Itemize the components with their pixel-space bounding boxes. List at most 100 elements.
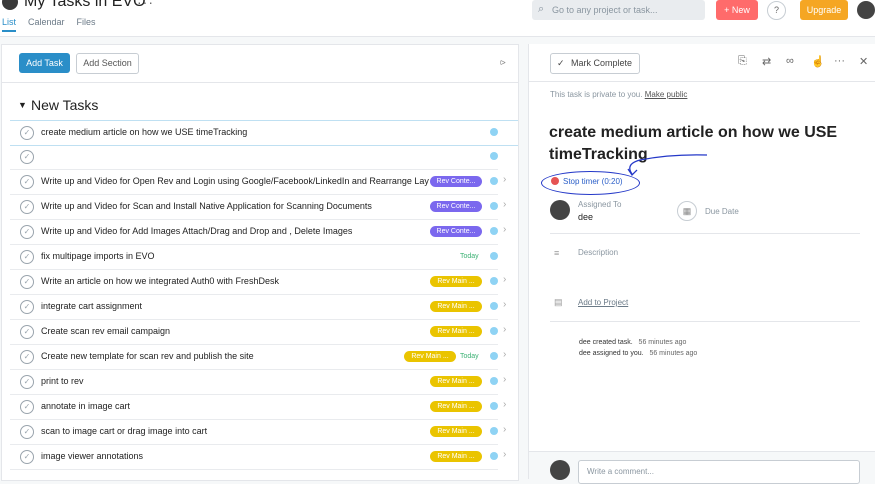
tab-files[interactable]: Files (77, 17, 96, 27)
complete-checkbox-icon[interactable]: ✓ (20, 350, 34, 364)
add-task-button[interactable]: Add Task (19, 53, 70, 73)
project-tag[interactable]: Rev Main ... (404, 351, 456, 362)
chevron-right-icon[interactable]: › (503, 174, 506, 185)
task-name[interactable]: Write up and Video for Open Rev and Logi… (41, 176, 429, 186)
new-button[interactable]: + New (716, 0, 758, 20)
task-row[interactable]: ✓ create medium article on how we USE tim… (10, 120, 518, 146)
add-section-button[interactable]: Add Section (76, 53, 139, 74)
chevron-right-icon[interactable]: › (503, 399, 506, 410)
subtask-icon[interactable]: ⇄ (762, 55, 771, 68)
task-row[interactable]: ✓ scan to image cart or drag image into c… (10, 420, 506, 445)
due-today-label[interactable]: Today (460, 353, 479, 360)
project-tag[interactable]: Rev Main ... (430, 376, 482, 387)
task-row[interactable]: ✓ integrate cart assignment Rev Main ... › (10, 295, 506, 320)
project-avatar (2, 0, 18, 10)
user-avatar[interactable] (857, 1, 875, 19)
assigned-label: Assigned To (578, 200, 622, 209)
project-tag[interactable]: Rev Main ... (430, 301, 482, 312)
project-tag[interactable]: Rev Main ... (430, 451, 482, 462)
project-tag[interactable]: Rev Main ... (430, 426, 482, 437)
chevron-right-icon[interactable]: › (503, 324, 506, 335)
project-icon: ▤ (554, 297, 563, 307)
toolbar-divider (2, 82, 518, 83)
search-input[interactable]: ⌕ Go to any project or task... (532, 0, 705, 20)
task-name[interactable]: Create scan rev email campaign (41, 326, 170, 336)
top-bar: My Tasks in EVO ··· List Calendar Files ⌕ … (0, 0, 875, 37)
add-to-project-link[interactable]: Add to Project (578, 298, 628, 307)
help-icon[interactable]: ? (767, 1, 786, 20)
task-name[interactable]: Create new template for scan rev and pub… (41, 351, 254, 361)
more-options-icon[interactable]: ··· (137, 0, 154, 10)
task-row[interactable]: ✓ Write up and Video for Open Rev and Lo… (10, 170, 506, 195)
project-tag[interactable]: Rev Main ... (430, 276, 482, 287)
project-tag[interactable]: Rev Conte... (430, 176, 482, 187)
complete-checkbox-icon[interactable]: ✓ (20, 325, 34, 339)
complete-checkbox-icon[interactable]: ✓ (20, 425, 34, 439)
complete-checkbox-icon[interactable]: ✓ (20, 275, 34, 289)
task-row[interactable]: ✓ (10, 145, 498, 170)
like-icon[interactable]: ☝ (811, 55, 825, 68)
task-name[interactable]: scan to image cart or drag image into ca… (41, 426, 207, 436)
project-tag[interactable]: Rev Conte... (430, 226, 482, 237)
chevron-right-icon[interactable]: › (503, 449, 506, 460)
task-row[interactable]: ✓ Write up and Video for Scan and Install… (10, 195, 506, 220)
attachment-icon[interactable]: ⎘ (738, 55, 747, 68)
task-name[interactable]: Write up and Video for Scan and Install … (41, 201, 372, 211)
task-name[interactable]: image viewer annotations (41, 451, 143, 461)
collapse-arrow-icon[interactable]: ▼ (18, 100, 27, 110)
task-row[interactable]: ✓ Create scan rev email campaign Rev Main … (10, 320, 506, 345)
section-title: New Tasks (31, 97, 99, 113)
calendar-icon[interactable]: ▦ (677, 201, 697, 221)
due-date-field[interactable]: Due Date (705, 207, 739, 216)
complete-checkbox-icon[interactable]: ✓ (20, 225, 34, 239)
chevron-right-icon[interactable]: › (503, 349, 506, 360)
task-name[interactable]: Write up and Video for Add Images Attach… (41, 226, 352, 236)
chevron-right-icon[interactable]: › (503, 374, 506, 385)
filter-icon[interactable]: ⪧ (500, 57, 506, 68)
assignee-avatar[interactable] (550, 200, 570, 220)
more-icon[interactable]: ··· (834, 55, 845, 67)
project-tag[interactable]: Rev Conte... (430, 201, 482, 212)
make-public-link[interactable]: Make public (645, 90, 688, 99)
complete-checkbox-icon[interactable]: ✓ (20, 126, 34, 140)
chevron-right-icon[interactable]: › (503, 424, 506, 435)
complete-checkbox-icon[interactable]: ✓ (20, 200, 34, 214)
complete-checkbox-icon[interactable]: ✓ (20, 450, 34, 464)
description-field[interactable]: Description (578, 248, 618, 257)
task-row[interactable]: ✓ image viewer annotations Rev Main ... › (10, 445, 506, 470)
complete-checkbox-icon[interactable]: ✓ (20, 250, 34, 264)
link-icon[interactable]: ∞ (786, 55, 794, 67)
complete-checkbox-icon[interactable]: ✓ (20, 300, 34, 314)
task-row[interactable]: ✓ Write an article on how we integrated A… (10, 270, 506, 295)
chevron-right-icon[interactable]: › (503, 274, 506, 285)
task-name[interactable]: annotate in image cart (41, 401, 130, 411)
task-detail-panel: ✓ Mark Complete ⎘ ⇄ ∞ ☝ ··· ✕ This task … (528, 44, 875, 484)
project-tag[interactable]: Rev Main ... (430, 326, 482, 337)
task-row[interactable]: ✓ annotate in image cart Rev Main ... › (10, 395, 506, 420)
project-tag[interactable]: Rev Main ... (430, 401, 482, 412)
tab-list[interactable]: List (2, 17, 16, 27)
task-row[interactable]: ✓ fix multipage imports in EVO Today (10, 245, 498, 270)
mark-complete-button[interactable]: ✓ Mark Complete (550, 53, 640, 74)
tab-calendar[interactable]: Calendar (28, 17, 65, 27)
task-row[interactable]: ✓ print to rev Rev Main ... › (10, 370, 506, 395)
complete-checkbox-icon[interactable]: ✓ (20, 150, 34, 164)
task-name[interactable]: integrate cart assignment (41, 301, 142, 311)
task-name[interactable]: print to rev (41, 376, 84, 386)
complete-checkbox-icon[interactable]: ✓ (20, 400, 34, 414)
due-today-label[interactable]: Today (460, 253, 479, 260)
complete-checkbox-icon[interactable]: ✓ (20, 375, 34, 389)
task-row[interactable]: ✓ Write up and Video for Add Images Attac… (10, 220, 506, 245)
task-name[interactable]: fix multipage imports in EVO (41, 251, 155, 261)
close-icon[interactable]: ✕ (859, 55, 868, 68)
assigned-value[interactable]: dee (578, 212, 593, 222)
task-name[interactable]: Write an article on how we integrated Au… (41, 276, 279, 286)
chevron-right-icon[interactable]: › (503, 199, 506, 210)
upgrade-button[interactable]: Upgrade (800, 0, 848, 20)
chevron-right-icon[interactable]: › (503, 299, 506, 310)
chevron-right-icon[interactable]: › (503, 224, 506, 235)
comment-input[interactable]: Write a comment... (578, 460, 860, 484)
complete-checkbox-icon[interactable]: ✓ (20, 175, 34, 189)
task-name[interactable]: create medium article on how we USE time… (41, 127, 247, 137)
task-row[interactable]: ✓ Create new template for scan rev and pu… (10, 345, 506, 370)
